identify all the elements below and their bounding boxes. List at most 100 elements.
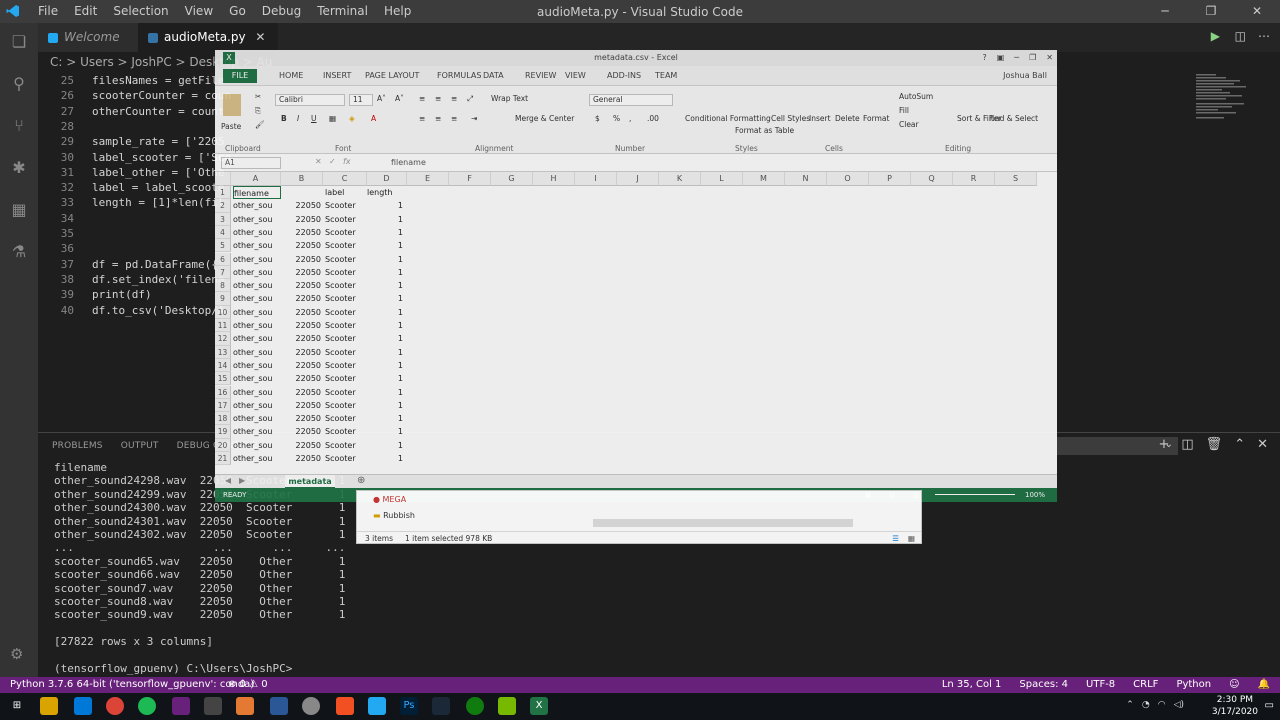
cell-a[interactable]: other_sou xyxy=(233,319,281,332)
cell-d[interactable]: 1 xyxy=(367,306,403,319)
row-header[interactable]: 13 xyxy=(215,345,231,359)
cell-c[interactable]: Scooter xyxy=(325,279,369,292)
column-header[interactable]: K xyxy=(659,172,701,186)
cell-a[interactable]: other_sou xyxy=(233,359,281,372)
cell-d[interactable]: 1 xyxy=(367,359,403,372)
column-header[interactable]: Q xyxy=(911,172,953,186)
cell-b[interactable]: 22050 xyxy=(281,306,321,319)
align-center-icon[interactable]: ≡ xyxy=(435,114,441,123)
cell-b[interactable]: 22050 xyxy=(281,452,321,465)
fill-color-icon[interactable]: ◈ xyxy=(349,114,355,123)
settings-gear-icon[interactable]: ⚙ xyxy=(10,645,28,663)
font-color-icon[interactable]: A xyxy=(371,114,376,123)
tab-audiometa[interactable]: audioMeta.py ✕ xyxy=(138,23,278,52)
cell-c[interactable]: Scooter xyxy=(325,346,369,359)
cell-d[interactable]: 1 xyxy=(367,399,403,412)
ribbon-tab-data[interactable]: DATA xyxy=(483,71,504,80)
select-all-corner[interactable] xyxy=(215,172,231,186)
cell-b[interactable]: 22050 xyxy=(281,386,321,399)
column-header[interactable]: O xyxy=(827,172,869,186)
cell-a[interactable]: other_sou xyxy=(233,439,281,452)
rubbish-item[interactable]: ▬ Rubbish xyxy=(373,511,415,520)
row-header[interactable]: 20 xyxy=(215,438,231,452)
code-line[interactable]: label_scooter = ['Sco xyxy=(92,151,231,164)
ribbon-tab-insert[interactable]: INSERT xyxy=(323,71,351,80)
vscode-taskbar-icon[interactable] xyxy=(368,697,386,715)
windows-start-icon[interactable]: ⊞ xyxy=(8,697,26,715)
cell-a[interactable]: other_sou xyxy=(233,399,281,412)
app3-icon[interactable] xyxy=(336,697,354,715)
cell-c[interactable]: Scooter xyxy=(325,266,369,279)
column-header[interactable]: I xyxy=(575,172,617,186)
column-header[interactable]: N xyxy=(785,172,827,186)
notification-bell-icon[interactable]: 🔔 xyxy=(1258,677,1270,693)
cell-a[interactable]: other_sou xyxy=(233,279,281,292)
sheet-next-icon[interactable]: ▶ xyxy=(239,476,245,485)
cell-c[interactable]: Scooter xyxy=(325,372,369,385)
cell-d[interactable]: 1 xyxy=(367,292,403,305)
comma-icon[interactable]: , xyxy=(629,114,631,123)
excel-minimize-icon[interactable]: ─ xyxy=(1014,50,1019,66)
align-bottom-icon[interactable]: ≡ xyxy=(451,94,457,103)
cell-c[interactable]: Scooter xyxy=(325,292,369,305)
code-line[interactable]: df = pd.DataFrame({' xyxy=(92,258,224,271)
cell-d[interactable]: 1 xyxy=(367,425,403,438)
column-header[interactable]: M xyxy=(743,172,785,186)
cell-d[interactable]: 1 xyxy=(367,226,403,239)
cell-b[interactable]: 22050 xyxy=(281,213,321,226)
column-header[interactable]: P xyxy=(869,172,911,186)
cell-d[interactable]: 1 xyxy=(367,279,403,292)
number-format-select[interactable]: General xyxy=(589,94,673,106)
column-header[interactable]: H xyxy=(533,172,575,186)
tab-output[interactable]: OUTPUT xyxy=(121,441,159,451)
code-line[interactable]: scooterCounter = coun xyxy=(92,89,231,102)
cancel-formula-icon[interactable]: ✕ xyxy=(315,157,322,166)
cell-d[interactable]: 1 xyxy=(367,332,403,345)
align-middle-icon[interactable]: ≡ xyxy=(435,94,441,103)
steam-icon[interactable] xyxy=(432,697,450,715)
taskbar-clock[interactable]: 2:30 PM 3/17/2020 xyxy=(1212,694,1258,718)
format-as-table-button[interactable]: Format as Table xyxy=(735,126,794,135)
cell-a[interactable]: other_sou xyxy=(233,199,281,212)
code-line[interactable]: df.set_index('filena xyxy=(92,273,224,286)
split-editor-icon[interactable]: ◫ xyxy=(1235,29,1246,43)
column-header[interactable]: B xyxy=(281,172,323,186)
delete-cells-button[interactable]: Delete xyxy=(835,114,860,123)
split-terminal-icon[interactable]: ◫ xyxy=(1181,437,1193,452)
close-icon[interactable]: ✕ xyxy=(1234,0,1280,23)
cell-c[interactable]: Scooter xyxy=(325,399,369,412)
cell-b[interactable]: 22050 xyxy=(281,279,321,292)
italic-icon[interactable]: I xyxy=(297,114,299,123)
row-header[interactable]: 16 xyxy=(215,385,231,399)
cell-b[interactable]: 22050 xyxy=(281,439,321,452)
cell-b[interactable]: 22050 xyxy=(281,425,321,438)
row-header[interactable]: 7 xyxy=(215,265,231,280)
cell-b[interactable]: 22050 xyxy=(281,253,321,266)
network-icon[interactable]: ◔ xyxy=(1142,700,1150,710)
large-icons-view-icon[interactable]: ▦ xyxy=(908,532,915,545)
cell-d[interactable]: 1 xyxy=(367,253,403,266)
conditional-formatting-button[interactable]: Conditional Formatting xyxy=(685,114,771,123)
cell-c[interactable]: Scooter xyxy=(325,226,369,239)
minimap[interactable] xyxy=(1192,72,1272,132)
app2-icon[interactable] xyxy=(302,697,320,715)
code-line[interactable]: filesNames = getFile xyxy=(92,74,224,87)
chevron-up-icon[interactable]: ⌃ xyxy=(1126,700,1134,710)
volume-icon[interactable]: ◁) xyxy=(1174,700,1184,710)
cell-a[interactable]: other_sou xyxy=(233,306,281,319)
indent-icon[interactable]: ⇥ xyxy=(471,114,477,123)
cell-c[interactable]: Scooter xyxy=(325,319,369,332)
ribbon-tab-view[interactable]: VIEW xyxy=(565,71,586,80)
code-line[interactable]: df.to_csv('Desktop/A xyxy=(92,304,224,317)
column-header[interactable]: S xyxy=(995,172,1037,186)
cell-d[interactable]: 1 xyxy=(367,319,403,332)
cell-d[interactable]: 1 xyxy=(367,199,403,212)
merge-center-button[interactable]: Merge & Center xyxy=(515,114,574,123)
cell-b[interactable]: 22050 xyxy=(281,199,321,212)
xbox-icon[interactable] xyxy=(466,697,484,715)
row-header[interactable]: 18 xyxy=(215,412,231,426)
cell-b[interactable]: 22050 xyxy=(281,239,321,252)
formula-input[interactable]: filename xyxy=(391,158,426,167)
insert-cells-button[interactable]: Insert xyxy=(809,114,831,123)
tab-welcome[interactable]: Welcome xyxy=(38,23,138,52)
